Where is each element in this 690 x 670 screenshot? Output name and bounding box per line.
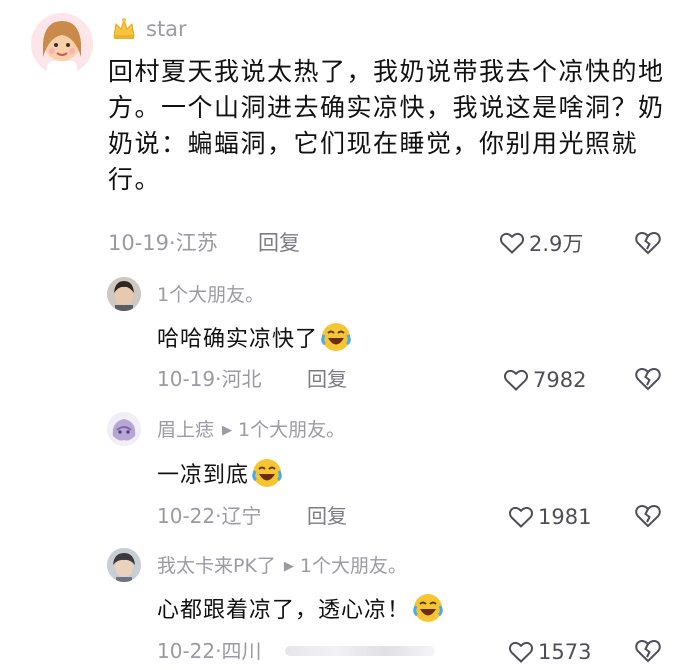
avatar[interactable] [107,548,141,582]
like-count: 1981 [538,505,592,529]
reply-to-username[interactable]: 1个大朋友。 [300,555,407,577]
reply-date: 10-19 [157,367,216,391]
reply-username[interactable]: 眉上痣 ▶ 1个大朋友。 [157,417,345,444]
reply-button[interactable]: 回复 [258,228,300,258]
reply-meta: 10-22·四川 [157,637,261,665]
triangle-right-icon: ▶ [283,559,294,574]
dislike-button[interactable] [634,229,662,257]
crying-laughing-emoji [320,321,352,353]
avatar[interactable] [107,412,141,446]
reply-location: 河北 [221,367,262,391]
reply-text: 一凉到底 [157,457,283,491]
crying-laughing-emoji [251,457,283,489]
reply-location: 四川 [221,639,262,663]
crown-icon [111,16,137,42]
comment-meta: 10-19·江苏 [108,228,218,258]
broken-heart-icon [635,231,661,255]
comment-location: 江苏 [175,231,218,255]
reply-date: 10-22 [157,504,216,528]
reply-date: 10-22 [157,639,216,663]
comment-text: 回村夏天我说太热了，我奶说带我去个凉快的地方。一个山洞进去确实凉快，我说这是啥洞… [108,57,665,194]
username[interactable]: 眉上痣 [157,419,214,441]
reply-username[interactable]: 我太卡来PK了 ▶ 1个大朋友。 [157,553,407,580]
reply-text: 心都跟着凉了，透心凉！ [157,592,444,626]
reply-meta: 10-19·河北 [157,365,261,393]
like-count: 7982 [533,368,587,392]
reply-meta: 10-22·辽宁 [157,502,261,530]
reply-text-content: 心都跟着凉了，透心凉！ [157,598,411,623]
main-comment: star 回村夏天我说太热了，我奶说带我去个凉快的地方。一个山洞进去确实凉快，我… [0,0,690,262]
reply-location: 辽宁 [221,504,262,528]
username[interactable]: 1个大朋友。 [157,284,264,306]
dislike-button[interactable] [634,502,662,530]
heart-outline-icon [509,641,533,663]
reply-to-username[interactable]: 1个大朋友。 [238,419,345,441]
broken-heart-icon [635,639,661,663]
reply-button[interactable]: 回复 [307,365,347,393]
reply-username[interactable]: 1个大朋友。 [157,282,264,308]
triangle-right-icon: ▶ [222,423,233,438]
avatar[interactable] [31,13,93,75]
like-button[interactable]: 2.9万 [499,228,583,258]
heart-outline-icon [504,369,528,391]
reply-text-content: 一凉到底 [157,463,250,488]
comment-thread: star 回村夏天我说太热了，我奶说带我去个凉快的地方。一个山洞进去确实凉快，我… [0,0,690,670]
reply-text-content: 哈哈确实凉快了 [157,327,319,352]
like-button[interactable]: 7982 [503,365,586,395]
meta-separator: · [169,231,176,255]
blurred-watermark [285,646,435,656]
heart-outline-icon [500,232,524,254]
reply-button[interactable]: 回复 [307,502,347,530]
heart-outline-icon [509,506,533,528]
like-count: 2.9万 [529,232,584,256]
like-button[interactable]: 1981 [508,502,591,532]
username[interactable]: star [146,15,187,43]
crying-laughing-emoji [412,592,444,624]
avatar[interactable] [107,277,141,311]
like-button[interactable]: 1573 [508,637,591,667]
dislike-button[interactable] [634,637,662,665]
username[interactable]: 我太卡来PK了 [157,555,276,577]
reply-text: 哈哈确实凉快了 [157,321,352,355]
like-count: 1573 [538,640,592,664]
broken-heart-icon [635,504,661,528]
broken-heart-icon [635,367,661,391]
comment-date: 10-19 [108,231,170,255]
dislike-button[interactable] [634,365,662,393]
